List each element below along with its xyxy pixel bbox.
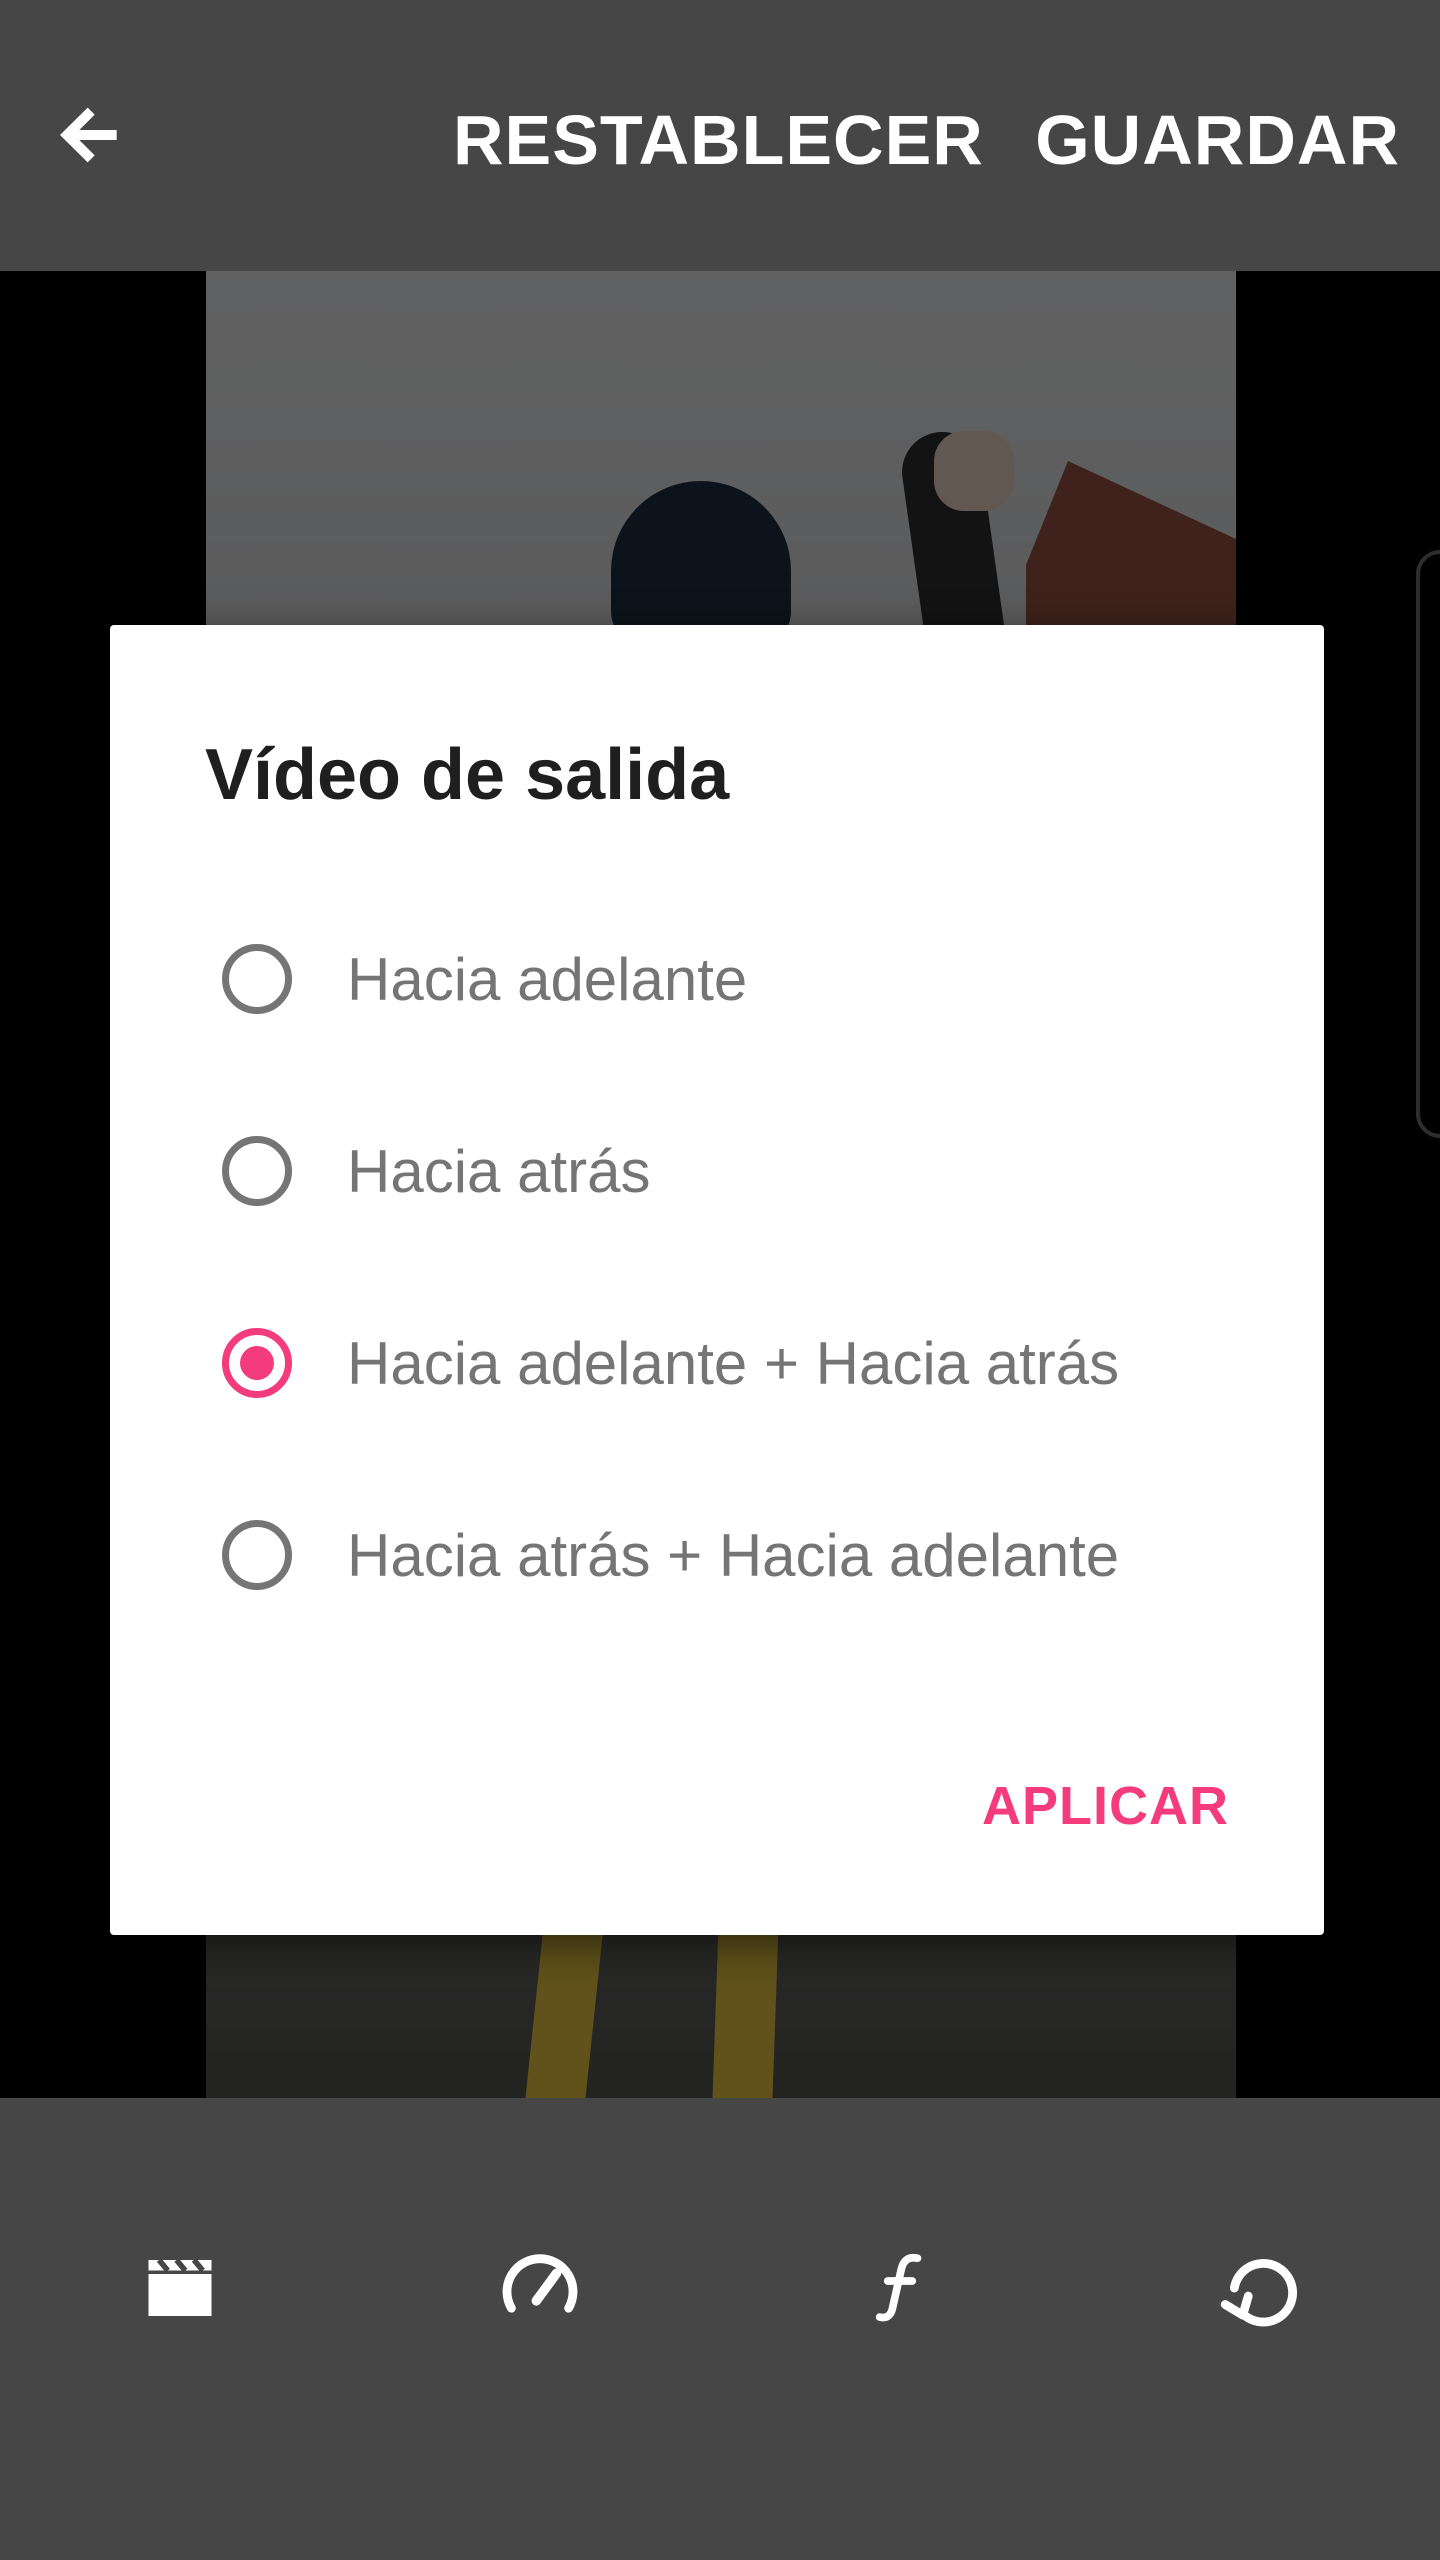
- side-panel-handle[interactable]: [1416, 550, 1440, 1138]
- radio-button-unchecked[interactable]: [222, 1136, 292, 1206]
- option-forward-backward[interactable]: Hacia adelante + Hacia atrás: [222, 1298, 1262, 1428]
- clip-tool-button[interactable]: [120, 2228, 240, 2348]
- function-tool-button[interactable]: [840, 2228, 960, 2348]
- loop-icon: [1220, 2259, 1297, 2327]
- radio-button-unchecked[interactable]: [222, 944, 292, 1014]
- dialog-title: Vídeo de salida: [205, 735, 730, 815]
- speed-tool-button[interactable]: [480, 2228, 600, 2348]
- loop-tool-button[interactable]: [1200, 2228, 1320, 2348]
- function-icon: [875, 2253, 922, 2322]
- option-forward[interactable]: Hacia adelante: [222, 914, 1262, 1044]
- clapperboard-icon: [148, 2258, 212, 2316]
- top-app-bar: RESTABLECER GUARDAR: [0, 0, 1440, 271]
- radio-dot: [240, 1346, 274, 1380]
- save-button[interactable]: GUARDAR: [1035, 95, 1400, 185]
- speedometer-icon: [502, 2254, 578, 2313]
- apply-button[interactable]: APLICAR: [982, 1775, 1229, 1837]
- option-label: Hacia adelante: [347, 945, 748, 1013]
- option-backward[interactable]: Hacia atrás: [222, 1106, 1262, 1236]
- radio-button-checked[interactable]: [222, 1328, 292, 1398]
- option-label: Hacia atrás + Hacia adelante: [347, 1521, 1120, 1589]
- output-video-dialog: Vídeo de salida Hacia adelante Hacia atr…: [110, 625, 1324, 1935]
- option-backward-forward[interactable]: Hacia atrás + Hacia adelante: [222, 1490, 1262, 1620]
- radio-button-unchecked[interactable]: [222, 1520, 292, 1590]
- option-label: Hacia atrás: [347, 1137, 651, 1205]
- arrow-left-icon: [60, 107, 117, 163]
- option-label: Hacia adelante + Hacia atrás: [347, 1329, 1120, 1397]
- reset-button[interactable]: RESTABLECER: [453, 95, 984, 185]
- screen: RESTABLECER GUARDAR Vídeo de salida Haci…: [0, 0, 1440, 2560]
- bottom-toolbar: [0, 2098, 1440, 2560]
- back-button[interactable]: [40, 85, 140, 185]
